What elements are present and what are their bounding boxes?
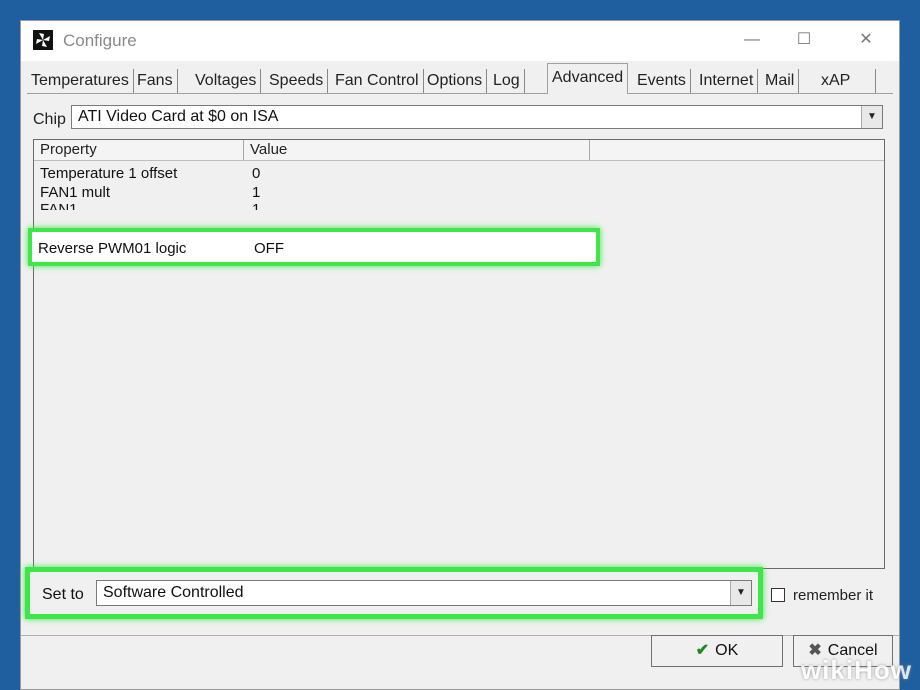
- tab-strip: Temperatures Fans Voltages Speeds Fan Co…: [27, 63, 893, 94]
- row-property: Temperature 1 offset: [40, 165, 178, 182]
- close-button[interactable]: ✕: [851, 27, 881, 53]
- selected-row-reverse-pwm[interactable]: Reverse PWM01 logic OFF: [28, 228, 600, 266]
- row-property: Reverse PWM01 logic: [38, 240, 187, 257]
- remember-label: remember it: [793, 587, 874, 604]
- table-row[interactable]: Temperature 1 offset 0: [34, 164, 594, 183]
- column-header-property[interactable]: Property: [34, 140, 244, 160]
- tab-xap[interactable]: xAP: [817, 69, 876, 93]
- tab-mail[interactable]: Mail: [761, 69, 800, 93]
- tab-advanced[interactable]: Advanced: [547, 63, 629, 94]
- chip-value: ATI Video Card at $0 on ISA: [78, 108, 279, 125]
- tab-internet[interactable]: Internet: [695, 69, 759, 93]
- fan-app-icon: [33, 30, 53, 50]
- window-title: Configure: [63, 31, 137, 50]
- advanced-panel: Chip ATI Video Card at $0 on ISA ▼ Prope…: [25, 93, 893, 633]
- chip-label: Chip: [33, 111, 66, 128]
- configure-window: Configure — ☐ ✕ Temperatures Fans Voltag…: [20, 20, 900, 690]
- tab-events[interactable]: Events: [633, 69, 691, 93]
- tab-fan-control[interactable]: Fan Control: [331, 69, 424, 93]
- row-value: 1: [252, 184, 261, 201]
- row-value: 0: [252, 165, 261, 182]
- tab-voltages[interactable]: Voltages: [191, 69, 262, 93]
- column-header-value[interactable]: Value: [244, 140, 590, 160]
- row-value: OFF: [254, 240, 284, 257]
- tab-log[interactable]: Log: [489, 69, 525, 93]
- row-property: FAN1 ...: [40, 201, 95, 210]
- tab-fans[interactable]: Fans: [133, 69, 178, 93]
- chevron-down-icon[interactable]: ▼: [730, 581, 751, 605]
- chevron-down-icon[interactable]: ▼: [861, 106, 882, 128]
- set-to-dropdown[interactable]: Software Controlled ▼: [96, 580, 752, 606]
- table-row[interactable]: FAN1 ... 1: [34, 200, 594, 210]
- row-property: FAN1 mult: [40, 184, 111, 201]
- title-bar: Configure — ☐ ✕: [21, 21, 899, 61]
- grid-header: Property Value: [34, 140, 884, 161]
- ok-button[interactable]: ✔ OK: [651, 635, 783, 667]
- tab-temperatures[interactable]: Temperatures: [27, 69, 134, 93]
- set-to-label: Set to: [42, 586, 84, 603]
- wikihow-watermark: wikiHow: [800, 655, 912, 685]
- checkbox-box[interactable]: [771, 588, 785, 602]
- minimize-button[interactable]: —: [737, 27, 767, 53]
- set-to-value: Software Controlled: [103, 584, 244, 601]
- maximize-button[interactable]: ☐: [789, 27, 819, 53]
- checkmark-icon: ✔: [695, 642, 710, 659]
- ok-label: OK: [715, 642, 739, 659]
- tab-options[interactable]: Options: [423, 69, 488, 93]
- chip-dropdown[interactable]: ATI Video Card at $0 on ISA ▼: [71, 105, 883, 129]
- property-grid: Property Value Temperature 1 offset 0 FA…: [28, 139, 885, 569]
- tab-speeds[interactable]: Speeds: [265, 69, 329, 93]
- set-to-group: Set to Software Controlled ▼: [25, 567, 763, 619]
- row-value: 1: [252, 201, 261, 210]
